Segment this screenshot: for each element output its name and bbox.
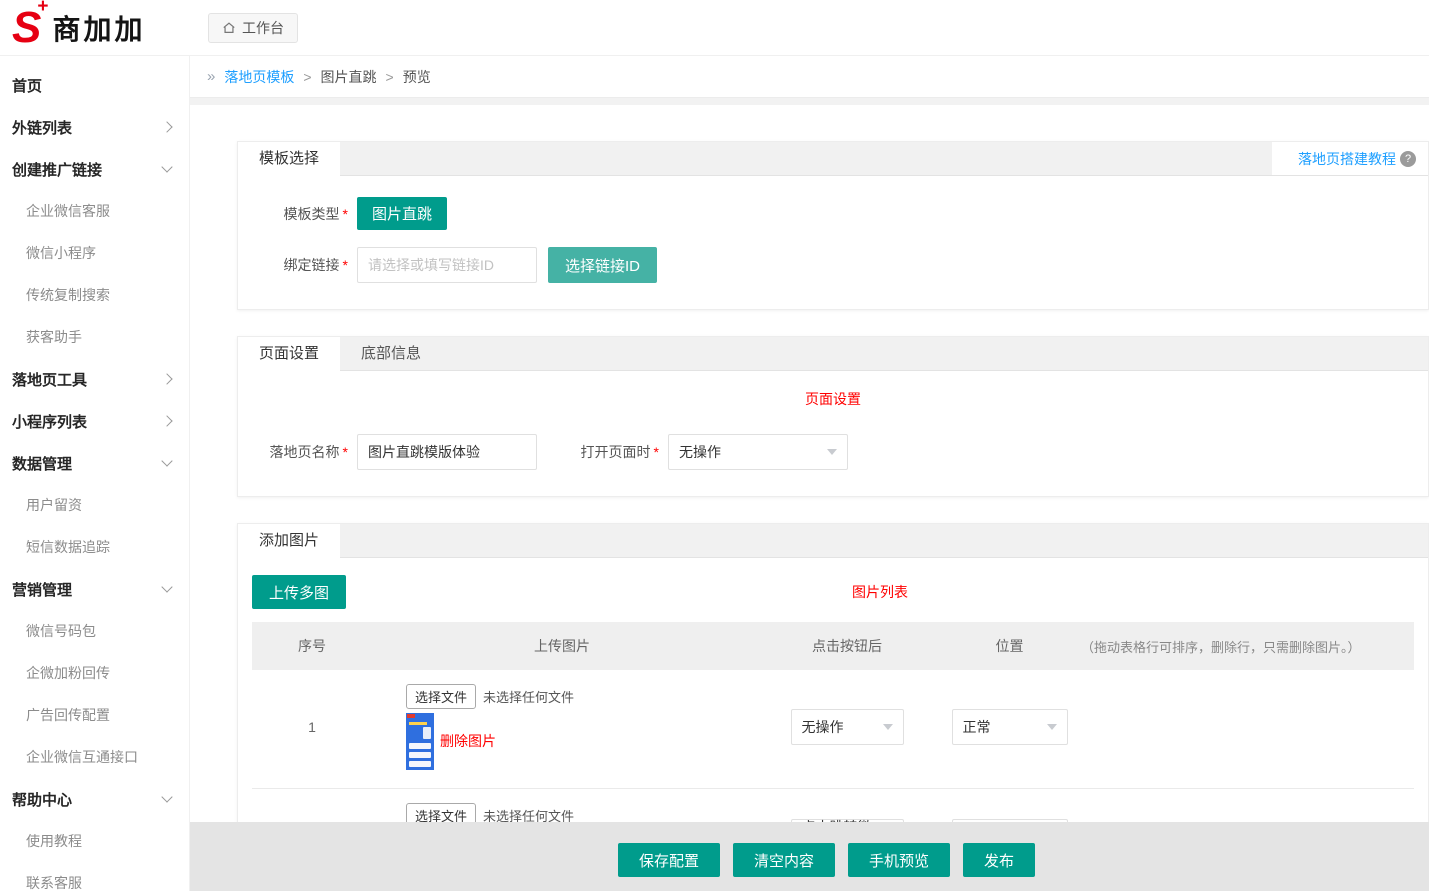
upload-multi-button[interactable]: 上传多图 [252,575,346,609]
sidebar-item-sms-tracking[interactable]: 短信数据追踪 [0,526,189,568]
sidebar-item-home[interactable]: 首页 [0,64,189,106]
link-id-input[interactable] [357,247,537,283]
caret-down-icon [827,449,837,455]
image-list-title: 图片列表 [346,582,1414,602]
landing-page-thumbnail-image[interactable] [406,713,434,770]
tutorial-link-area: 落地页搭建教程 ? [1272,142,1428,175]
template-type-label: 模板类型* [238,204,348,224]
template-select-tabbar: 模板选择 落地页搭建教程 ? [238,142,1428,176]
divider-strip [190,98,1429,105]
sidebar-item-wechat-number-pack[interactable]: 微信号码包 [0,610,189,652]
header-position: 位置 [942,636,1077,656]
template-type-button[interactable]: 图片直跳 [357,197,447,230]
row-seq: 1 [252,684,372,770]
landing-tutorial-link[interactable]: 落地页搭建教程 [1298,149,1396,169]
required-asterisk: * [343,444,348,460]
brand-name: 商加加 [52,8,145,48]
chevron-right-icon [161,415,172,426]
tab-page-settings[interactable]: 页面设置 [238,337,340,372]
sidebar-nav: 首页 外链列表 创建推广链接 企业微信客服 微信小程序 传统复制搜索 获客助手 … [0,56,190,891]
choose-link-id-button[interactable]: 选择链接ID [548,247,657,283]
sidebar-item-ad-callback-config[interactable]: 广告回传配置 [0,694,189,736]
sidebar-item-copy-search[interactable]: 传统复制搜索 [0,274,189,316]
home-icon [222,21,236,35]
landing-name-input[interactable] [357,434,537,470]
sidebar-item-user-leads[interactable]: 用户留资 [0,484,189,526]
page-settings-card: 页面设置 底部信息 页面设置 落地页名称* 打开页面时* 无操作 [237,336,1429,497]
sidebar-item-landing-tools[interactable]: 落地页工具 [0,358,189,400]
table-row: 1 选择文件 未选择任何文件 删除图片 [252,670,1414,789]
row-upload-cell: 选择文件 未选择任何文件 删除图片 [372,684,752,770]
header-action: 点击按钮后 [752,636,942,656]
sidebar-item-wechat-miniprogram[interactable]: 微信小程序 [0,232,189,274]
sidebar-item-wecom-fans-callback[interactable]: 企微加粉回传 [0,652,189,694]
click-action-select[interactable]: 无操作 [791,709,904,745]
template-select-card: 模板选择 落地页搭建教程 ? 模板类型* 图片直跳 绑定链接* [237,141,1429,310]
logo-s-icon: S+ [12,8,52,48]
mobile-preview-button[interactable]: 手机预览 [848,843,950,877]
sidebar-item-help-center[interactable]: 帮助中心 [0,778,189,820]
top-bar: S+ 商加加 工作台 [0,0,1429,56]
workbench-label: 工作台 [242,18,284,38]
breadcrumb-arrows-icon: » [207,68,215,85]
breadcrumb-link-landing-templates[interactable]: 落地页模板 [224,67,294,87]
save-config-button[interactable]: 保存配置 [618,843,720,877]
caret-down-icon [1047,724,1057,730]
content-panel: 模板选择 落地页搭建教程 ? 模板类型* 图片直跳 绑定链接* [190,105,1429,891]
delete-image-link[interactable]: 删除图片 [440,731,496,751]
caret-down-icon [883,724,893,730]
header-seq: 序号 [252,636,372,656]
sidebar-item-data-management[interactable]: 数据管理 [0,442,189,484]
tab-template-select[interactable]: 模板选择 [238,142,340,177]
app-window: S+ 商加加 工作台 首页 外链列表 创建推广链接 企业微信客服 微信小程序 传… [0,0,1429,891]
required-asterisk: * [654,444,659,460]
images-toolbar: 上传多图 图片列表 [252,575,1414,609]
chevron-down-icon [161,161,172,172]
breadcrumb-item-preview: 预览 [403,67,431,87]
page-settings-section-title: 页面设置 [238,389,1428,409]
workbench-button[interactable]: 工作台 [208,13,298,43]
publish-button[interactable]: 发布 [963,843,1035,877]
landing-name-label: 落地页名称* [238,442,348,462]
chevron-right-icon [161,121,172,132]
chevron-down-icon [161,791,172,802]
bind-link-label: 绑定链接* [238,255,348,275]
sidebar-item-tutorial[interactable]: 使用教程 [0,820,189,862]
open-page-select[interactable]: 无操作 [668,434,848,470]
footer-action-bar: 保存配置 清空内容 手机预览 发布 [190,822,1429,891]
sidebar-item-contact-support[interactable]: 联系客服 [0,862,189,891]
chevron-right-icon [161,373,172,384]
tab-add-images[interactable]: 添加图片 [238,524,340,559]
sidebar-item-customer-assistant[interactable]: 获客助手 [0,316,189,358]
sidebar-item-marketing[interactable]: 营销管理 [0,568,189,610]
breadcrumb-item-image-jump: 图片直跳 [321,67,377,87]
sidebar-item-external-links[interactable]: 外链列表 [0,106,189,148]
page-settings-tabbar: 页面设置 底部信息 [238,337,1428,371]
brand-logo: S+ 商加加 [0,8,190,48]
chevron-down-icon [161,455,172,466]
choose-file-button[interactable]: 选择文件 [406,684,476,709]
breadcrumb: » 落地页模板 > 图片直跳 > 预览 [190,56,1429,98]
main-content: » 落地页模板 > 图片直跳 > 预览 模板选择 落地页搭建教程 ? [190,56,1429,891]
add-images-tabbar: 添加图片 [238,524,1428,558]
sidebar-item-wecom-service[interactable]: 企业微信客服 [0,190,189,232]
header-upload: 上传图片 [372,636,752,656]
sidebar-item-miniprogram-list[interactable]: 小程序列表 [0,400,189,442]
sidebar-item-create-promo-link[interactable]: 创建推广链接 [0,148,189,190]
open-page-label: 打开页面时* [563,442,659,462]
required-asterisk: * [343,206,348,222]
required-asterisk: * [343,257,348,273]
position-select[interactable]: 正常 [952,709,1068,745]
sidebar-item-wecom-interop-api[interactable]: 企业微信互通接口 [0,736,189,778]
chevron-down-icon [161,581,172,592]
clear-content-button[interactable]: 清空内容 [733,843,835,877]
images-table-header: 序号 上传图片 点击按钮后 位置 （拖动表格行可排序，删除行，只需删除图片。） [252,622,1414,670]
file-status-text: 未选择任何文件 [483,687,574,706]
tab-footer-info[interactable]: 底部信息 [340,337,442,370]
header-note: （拖动表格行可排序，删除行，只需删除图片。） [1077,637,1414,656]
question-icon[interactable]: ? [1400,151,1416,167]
